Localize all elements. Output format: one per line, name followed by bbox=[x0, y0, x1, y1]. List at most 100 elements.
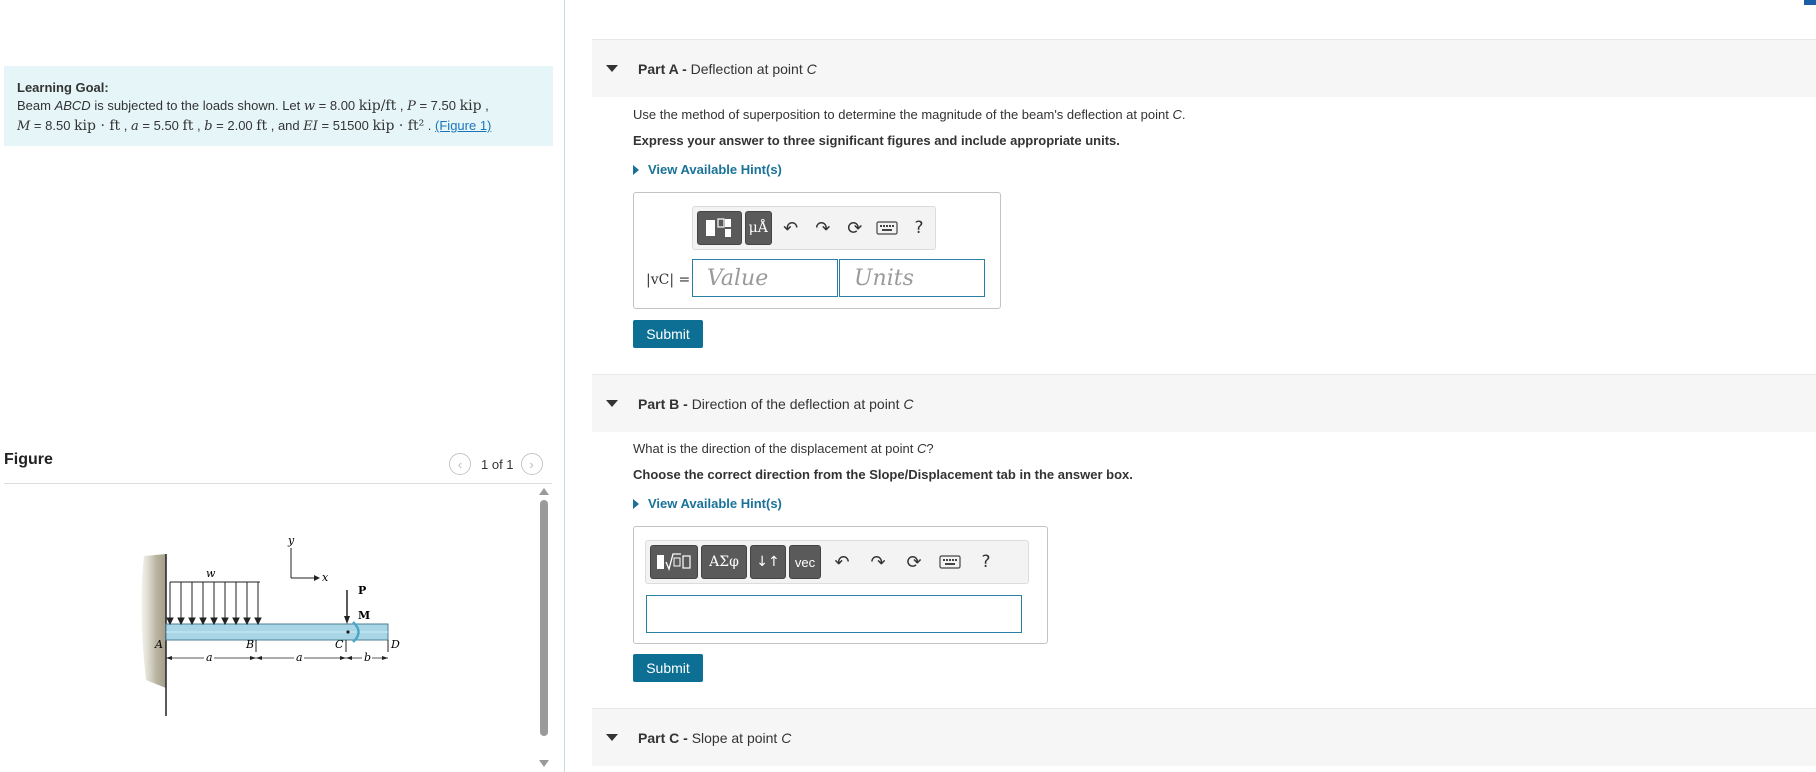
a-symbol: a bbox=[131, 119, 139, 134]
part-b-question-text: What is the direction of the displacemen… bbox=[633, 441, 917, 456]
redo-icon[interactable]: ↷ bbox=[860, 545, 896, 579]
m-unit: kip · ft bbox=[74, 118, 121, 134]
part-b-title: Part B - Direction of the deflection at … bbox=[638, 396, 914, 412]
ei-value: 51500 bbox=[332, 118, 369, 133]
part-c-title-text: Slope at point bbox=[691, 729, 782, 746]
part-a-instruction: Express your answer to three significant… bbox=[633, 133, 1120, 148]
undo-icon[interactable]: ↶ bbox=[775, 211, 807, 245]
left-panel: Learning Goal: Beam ABCD is subjected to… bbox=[0, 0, 565, 772]
caret-right-icon bbox=[633, 164, 639, 175]
beam-diagram: w y x P M A B C D a a b bbox=[141, 534, 400, 716]
part-a-label: Part A - bbox=[638, 60, 687, 77]
reset-icon[interactable]: ⟳ bbox=[896, 545, 932, 579]
part-b-instruction: Choose the correct direction from the Sl… bbox=[633, 467, 1133, 482]
goal-text: Beam bbox=[17, 98, 55, 113]
label-a-dim-1: a bbox=[206, 651, 213, 664]
part-b-title-point: C bbox=[903, 395, 914, 412]
w-symbol: w bbox=[303, 99, 316, 114]
part-b-question-point: C bbox=[917, 441, 927, 456]
caret-down-icon[interactable] bbox=[606, 400, 618, 407]
part-b-toolbar: ΑΣφ ↓↑ vec ↶ ↷ ⟳ ? bbox=[645, 540, 1029, 584]
caret-down-icon[interactable] bbox=[606, 65, 618, 72]
scroll-up-icon[interactable] bbox=[539, 488, 549, 495]
greek-symbols-button[interactable]: ΑΣφ bbox=[701, 545, 747, 579]
templates-icon[interactable] bbox=[697, 211, 742, 245]
m-symbol: M bbox=[17, 119, 31, 134]
b-unit: ft bbox=[256, 118, 268, 134]
p-symbol: P bbox=[407, 99, 416, 114]
part-a-title: Part A - Deflection at point C bbox=[638, 61, 817, 77]
learning-goal-line-1: Beam ABCD is subjected to the loads show… bbox=[17, 98, 489, 114]
label-a-dim-2: a bbox=[296, 651, 303, 664]
figure-link[interactable]: (Figure 1) bbox=[435, 118, 491, 133]
w-value: 8.00 bbox=[329, 98, 356, 113]
figure-heading: Figure bbox=[4, 451, 53, 468]
learning-goal-title: Learning Goal: bbox=[17, 80, 109, 95]
goal-text: is subjected to the loads shown. Let bbox=[90, 98, 304, 113]
chevron-left-icon[interactable]: ‹ bbox=[449, 453, 471, 475]
learning-goal-line-2: M = 8.50 kip · ft , a = 5.50 ft , b = 2.… bbox=[17, 118, 492, 134]
figure-divider bbox=[4, 483, 552, 484]
chevron-right-icon[interactable]: › bbox=[520, 453, 543, 475]
learning-goal-box: Learning Goal: Beam ABCD is subjected to… bbox=[4, 66, 553, 146]
part-b-hint-link[interactable]: View Available Hint(s) bbox=[633, 496, 782, 511]
radical-template-icon[interactable] bbox=[650, 545, 698, 579]
redo-icon[interactable]: ↷ bbox=[807, 211, 839, 245]
part-a-question-point: C bbox=[1172, 107, 1182, 122]
part-c-title-point: C bbox=[781, 729, 792, 746]
part-a-answer-box: μÅ ↶ ↷ ⟳ ? |vC| = bbox=[633, 192, 1001, 309]
part-a-title-point: C bbox=[806, 60, 817, 77]
vector-button[interactable]: vec bbox=[789, 545, 821, 579]
w-unit: kip/ft bbox=[358, 98, 397, 114]
part-c-label: Part C - bbox=[638, 729, 688, 746]
help-button[interactable]: ? bbox=[903, 211, 935, 245]
part-a-title-text: Deflection at point bbox=[690, 60, 807, 77]
beam-name: ABCD bbox=[54, 98, 91, 113]
value-input[interactable] bbox=[692, 259, 838, 297]
part-c-header[interactable]: Part C - Slope at point C bbox=[592, 708, 1816, 766]
p-unit: kip bbox=[459, 98, 482, 114]
corner-mark bbox=[1804, 0, 1816, 5]
figure-scrollbar[interactable] bbox=[539, 488, 549, 772]
label-x: x bbox=[322, 571, 329, 584]
help-button[interactable]: ? bbox=[968, 545, 1004, 579]
keyboard-icon[interactable] bbox=[871, 211, 903, 245]
direction-answer-input[interactable] bbox=[646, 595, 1022, 633]
undo-icon[interactable]: ↶ bbox=[824, 545, 860, 579]
label-w: w bbox=[206, 567, 216, 580]
b-value: 2.00 bbox=[227, 118, 253, 133]
part-a-question-suffix: . bbox=[1181, 107, 1186, 122]
wall-support bbox=[141, 554, 166, 688]
a-value: 5.50 bbox=[153, 118, 179, 133]
part-b-title-text: Direction of the deflection at point bbox=[691, 395, 904, 412]
figure-pager: ‹ 1 of 1 › bbox=[449, 453, 543, 475]
part-a-submit-button[interactable]: Submit bbox=[633, 320, 703, 348]
label-c-point: C bbox=[335, 638, 344, 651]
part-b-submit-button[interactable]: Submit bbox=[633, 654, 703, 682]
a-unit: ft bbox=[182, 118, 194, 134]
part-a-header[interactable]: Part A - Deflection at point C bbox=[592, 39, 1816, 97]
label-b-dim: b bbox=[364, 651, 371, 664]
label-m: M bbox=[358, 609, 370, 622]
caret-down-icon[interactable] bbox=[606, 734, 618, 741]
part-a-toolbar: μÅ ↶ ↷ ⟳ ? bbox=[692, 206, 936, 250]
part-a-hint-link[interactable]: View Available Hint(s) bbox=[633, 162, 782, 177]
part-a-question-text: Use the method of superposition to deter… bbox=[633, 107, 1173, 122]
p-value: 7.50 bbox=[430, 98, 456, 113]
keyboard-icon[interactable] bbox=[932, 545, 968, 579]
scroll-thumb[interactable] bbox=[540, 500, 548, 736]
answer-label-vc: |vC| = bbox=[646, 272, 691, 288]
reset-icon[interactable]: ⟳ bbox=[839, 211, 871, 245]
caret-right-icon bbox=[633, 498, 639, 509]
label-a-point: A bbox=[154, 638, 163, 651]
label-p: P bbox=[358, 584, 366, 597]
part-a-question: Use the method of superposition to deter… bbox=[633, 107, 1185, 122]
part-a-hint-label: View Available Hint(s) bbox=[648, 162, 782, 177]
arrows-button[interactable]: ↓↑ bbox=[750, 545, 786, 579]
scroll-down-icon[interactable] bbox=[539, 760, 549, 767]
units-input[interactable] bbox=[839, 259, 985, 297]
part-b-label: Part B - bbox=[638, 395, 688, 412]
part-b-header[interactable]: Part B - Direction of the deflection at … bbox=[592, 374, 1816, 432]
units-symbol-button[interactable]: μÅ bbox=[744, 211, 772, 245]
label-y: y bbox=[287, 534, 295, 547]
